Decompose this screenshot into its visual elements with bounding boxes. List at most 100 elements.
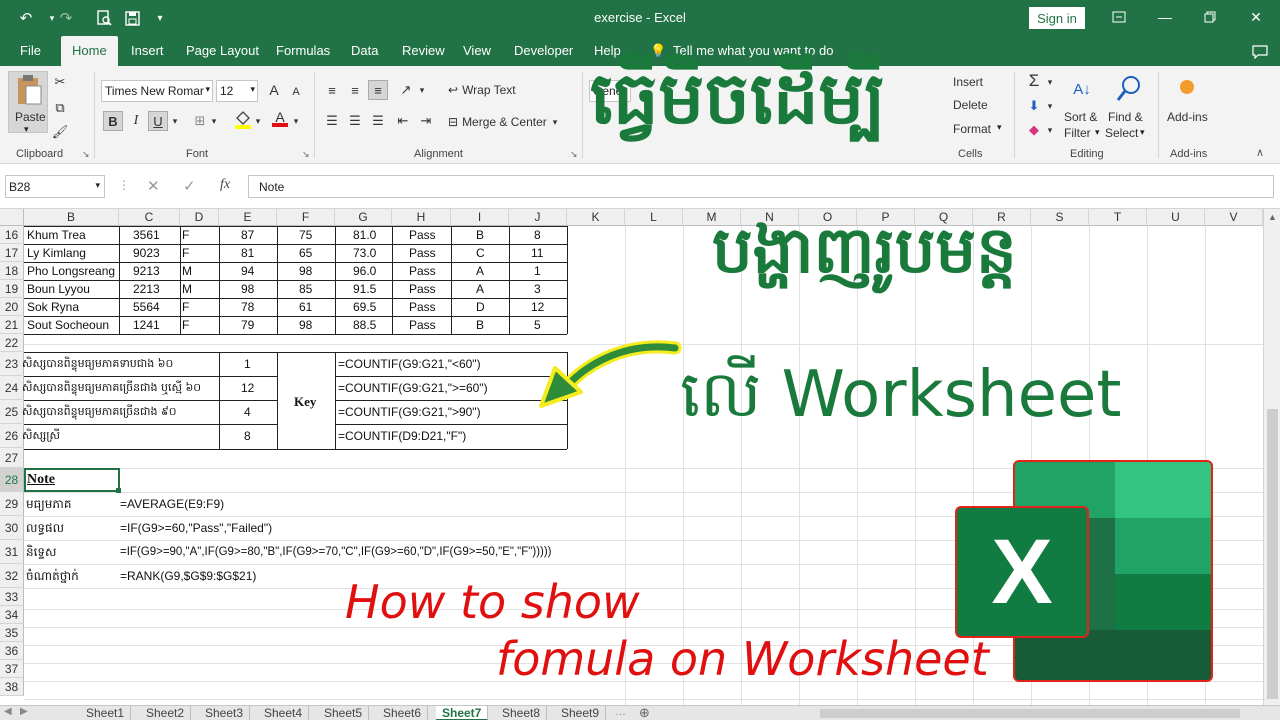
bottom-align-icon[interactable]: ≡	[368, 80, 388, 100]
note-label[interactable]: និទ្ទេស	[26, 543, 56, 561]
comments-icon[interactable]	[1244, 36, 1276, 66]
prev-sheet-icon[interactable]: ◀	[4, 706, 12, 717]
delete-cells-button[interactable]: Delete	[953, 98, 988, 112]
cell-average[interactable]: 81.0	[353, 226, 376, 244]
increase-indent-icon[interactable]: ⇥	[416, 111, 436, 131]
key-label[interactable]: Key	[294, 393, 316, 411]
cell-sex[interactable]: F	[182, 244, 189, 262]
cell-average[interactable]: 96.0	[353, 262, 376, 280]
row-header[interactable]: 36	[0, 642, 24, 660]
cell-result[interactable]: Pass	[409, 244, 436, 262]
row-header[interactable]: 29	[0, 492, 24, 516]
row-header[interactable]: 38	[0, 678, 24, 696]
minimize-icon[interactable]: —	[1150, 6, 1180, 28]
tab-view[interactable]: View	[455, 36, 499, 66]
row-header[interactable]: 27	[0, 448, 24, 468]
summary-value[interactable]: 8	[244, 427, 251, 445]
cell-result[interactable]: Pass	[409, 280, 436, 298]
cell-name[interactable]: Boun Lyyou	[27, 280, 90, 298]
font-name-select[interactable]: Times New Romar ▾	[101, 80, 213, 102]
close-icon[interactable]: ✕	[1241, 6, 1271, 28]
find-select-label-1[interactable]: Find &	[1108, 110, 1143, 124]
summary-value[interactable]: 1	[244, 355, 251, 373]
cell-average[interactable]: 88.5	[353, 316, 376, 334]
cell-score-e[interactable]: 98	[241, 280, 254, 298]
add-ins-button[interactable]: Add-ins	[1167, 110, 1208, 124]
column-header-c[interactable]: C	[119, 209, 180, 226]
column-header-e[interactable]: E	[219, 209, 277, 226]
tab-data[interactable]: Data	[343, 36, 386, 66]
cell-result[interactable]: Pass	[409, 316, 436, 334]
find-select-label-2[interactable]: Select	[1105, 126, 1138, 140]
align-center-icon[interactable]: ☰	[345, 111, 365, 131]
cell-rank[interactable]: 11	[531, 244, 543, 262]
fill-dropdown-icon[interactable]: ▾	[1044, 96, 1056, 116]
format-painter-icon[interactable]: 🖌	[50, 122, 70, 142]
tab-page-layout[interactable]: Page Layout	[178, 36, 267, 66]
row-header[interactable]: 34	[0, 606, 24, 624]
cell-id[interactable]: 2213	[133, 280, 160, 298]
row-header[interactable]: 16	[0, 226, 24, 244]
sign-in-button[interactable]: Sign in	[1029, 7, 1085, 29]
cell-name[interactable]: Pho Longsreang	[27, 262, 115, 280]
row-header[interactable]: 31	[0, 540, 24, 564]
cut-icon[interactable]: ✂	[50, 72, 70, 92]
tab-insert[interactable]: Insert	[123, 36, 172, 66]
scroll-up-icon[interactable]: ▲	[1268, 212, 1277, 222]
tab-developer[interactable]: Developer	[506, 36, 581, 66]
cell-sex[interactable]: M	[182, 262, 192, 280]
more-sheets-icon[interactable]: …	[615, 706, 626, 718]
cell-id[interactable]: 3561	[133, 226, 160, 244]
column-header-f[interactable]: F	[277, 209, 335, 226]
row-header[interactable]: 30	[0, 516, 24, 540]
column-header-h[interactable]: H	[392, 209, 451, 226]
sort-filter-label-2[interactable]: Filter	[1064, 126, 1091, 140]
sheet-tab[interactable]: Sheet2	[140, 706, 192, 720]
underline-dropdown-icon[interactable]: ▾	[169, 111, 181, 131]
column-header-d[interactable]: D	[180, 209, 219, 226]
row-header[interactable]: 18	[0, 262, 24, 280]
grow-font-icon[interactable]: A	[264, 80, 284, 100]
cell-score-f[interactable]: 98	[299, 316, 312, 334]
cell-result[interactable]: Pass	[409, 262, 436, 280]
cell-sex[interactable]: M	[182, 280, 192, 298]
shrink-font-icon[interactable]: A	[286, 82, 306, 102]
row-header[interactable]: 37	[0, 660, 24, 678]
note-formula[interactable]: =RANK(G9,$G$9:$G$21)	[120, 567, 256, 585]
format-cells-button[interactable]: Format	[953, 122, 991, 136]
cell-average[interactable]: 91.5	[353, 280, 376, 298]
row-header[interactable]: 26	[0, 424, 24, 448]
summary-formula[interactable]: =COUNTIF(G9:G21,">=60")	[338, 379, 488, 397]
cell-score-f[interactable]: 98	[299, 262, 312, 280]
column-header-v[interactable]: V	[1205, 209, 1263, 226]
note-label[interactable]: ចំណាត់ថ្នាក់	[26, 567, 79, 585]
cell-score-f[interactable]: 65	[299, 244, 312, 262]
clear-dropdown-icon[interactable]: ▾	[1044, 120, 1056, 140]
row-header[interactable]: 21	[0, 316, 24, 334]
column-header-g[interactable]: G	[335, 209, 392, 226]
sheet-tab[interactable]: Sheet4	[258, 706, 310, 720]
cell-rank[interactable]: 8	[534, 226, 541, 244]
note-title[interactable]: Note	[27, 471, 55, 489]
cell-score-e[interactable]: 79	[241, 316, 254, 334]
fill-color-dropdown-icon[interactable]: ▾	[252, 111, 264, 131]
summary-formula[interactable]: =COUNTIF(G9:G21,"<60")	[338, 355, 481, 373]
note-label[interactable]: លទ្ធផល	[26, 519, 64, 537]
cell-score-e[interactable]: 78	[241, 298, 254, 316]
summary-formula[interactable]: =COUNTIF(G9:G21,">90")	[338, 403, 481, 421]
summary-label[interactable]: សិស្សបានពិន្ទុមធ្យមភាគច្រើនជាង ៩០	[22, 403, 177, 421]
cell-grade[interactable]: C	[476, 244, 485, 262]
select-all-corner[interactable]	[0, 209, 24, 226]
italic-button[interactable]: I	[126, 111, 146, 131]
fill-icon[interactable]: ⬇	[1024, 96, 1044, 116]
orientation-icon[interactable]: ↗	[396, 80, 416, 100]
cell-average[interactable]: 69.5	[353, 298, 376, 316]
note-formula[interactable]: =IF(G9>=90,"A",IF(G9>=80,"B",IF(G9>=70,"…	[120, 543, 552, 561]
cell-score-f[interactable]: 61	[299, 298, 312, 316]
borders-icon[interactable]: ⊞	[190, 111, 210, 131]
summary-value[interactable]: 4	[244, 403, 251, 421]
formula-bar-splitter-icon[interactable]: ⋮	[118, 178, 130, 192]
column-header-u[interactable]: U	[1147, 209, 1205, 226]
paste-dropdown-icon[interactable]: ▾	[24, 124, 29, 135]
column-header-t[interactable]: T	[1089, 209, 1147, 226]
